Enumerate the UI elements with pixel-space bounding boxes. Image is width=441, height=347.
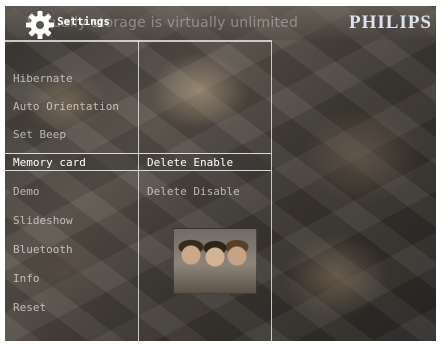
menu-item-memory-card[interactable]: Memory card bbox=[5, 153, 138, 171]
settings-menu: Hibernate Auto Orientation Set Beep Memo… bbox=[5, 42, 138, 341]
submenu-item-delete-enable[interactable]: Delete Enable bbox=[139, 153, 271, 171]
menu-item-auto-orientation[interactable]: Auto Orientation bbox=[5, 98, 138, 116]
philips-logo: PHILIPS bbox=[348, 12, 432, 33]
column-divider-right bbox=[271, 40, 272, 341]
menu-item-info[interactable]: Info bbox=[5, 270, 138, 288]
memory-card-submenu: Delete Enable Delete Disable bbox=[139, 42, 271, 341]
menu-item-reset[interactable]: Reset bbox=[5, 299, 138, 317]
page-title: Settings bbox=[57, 15, 110, 28]
menu-item-hibernate[interactable]: Hibernate bbox=[5, 70, 138, 88]
gear-icon bbox=[26, 11, 54, 39]
menu-item-slideshow[interactable]: Slideshow bbox=[5, 212, 138, 230]
photo-frame-screen: Virtually storage is virtually unlimited… bbox=[5, 6, 436, 341]
menu-item-set-beep[interactable]: Set Beep bbox=[5, 126, 138, 144]
submenu-item-delete-disable[interactable]: Delete Disable bbox=[139, 183, 271, 201]
header-bar: Virtually storage is virtually unlimited… bbox=[5, 6, 436, 40]
menu-item-demo[interactable]: Demo bbox=[5, 183, 138, 201]
menu-item-bluetooth[interactable]: Bluetooth bbox=[5, 241, 138, 259]
